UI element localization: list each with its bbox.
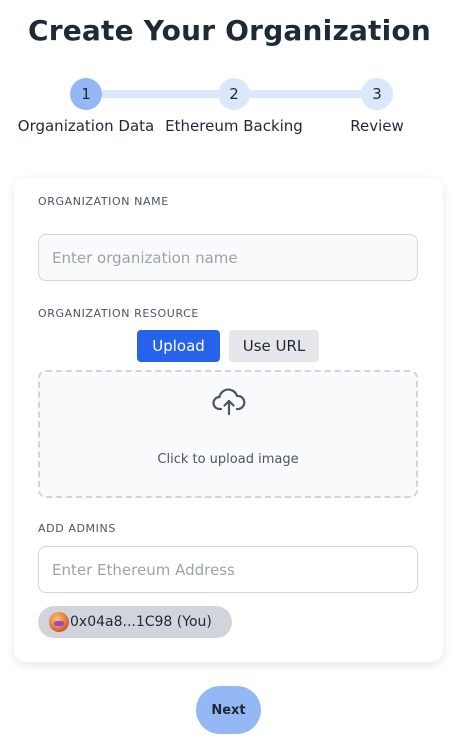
step-1-label: Organization Data <box>17 117 155 135</box>
add-admins-label: ADD ADMINS <box>38 522 116 535</box>
step-1-indicator[interactable]: 1 <box>70 78 102 110</box>
cloud-upload-icon <box>212 388 246 416</box>
use-url-toggle-button[interactable]: Use URL <box>229 330 319 362</box>
admin-chip[interactable]: 0x04a8...1C98 (You) <box>38 606 232 638</box>
admin-address: 0x04a8...1C98 (You) <box>70 614 212 630</box>
step-2-label: Ethereum Backing <box>165 117 303 135</box>
page-title: Create Your Organization <box>27 14 432 47</box>
upload-toggle-button[interactable]: Upload <box>137 330 220 362</box>
step-3-indicator[interactable]: 3 <box>361 78 393 110</box>
image-upload-dropzone[interactable]: Click to upload image <box>38 370 418 498</box>
step-3-label: Review <box>350 117 404 135</box>
organization-resource-label: ORGANIZATION RESOURCE <box>38 307 199 320</box>
organization-name-label: ORGANIZATION NAME <box>38 195 169 208</box>
step-2-indicator[interactable]: 2 <box>218 78 250 110</box>
upload-prompt-text: Click to upload image <box>157 452 299 467</box>
avatar <box>49 612 69 632</box>
organization-form-card: ORGANIZATION NAME ORGANIZATION RESOURCE … <box>14 178 443 662</box>
step-connector-1-2 <box>102 90 220 98</box>
ethereum-address-input[interactable] <box>38 546 418 593</box>
organization-name-input[interactable] <box>38 234 418 281</box>
step-connector-2-3 <box>250 90 362 98</box>
stepper: 1 2 3 Organization Data Ethereum Backing… <box>0 78 459 148</box>
next-button[interactable]: Next <box>196 686 261 734</box>
